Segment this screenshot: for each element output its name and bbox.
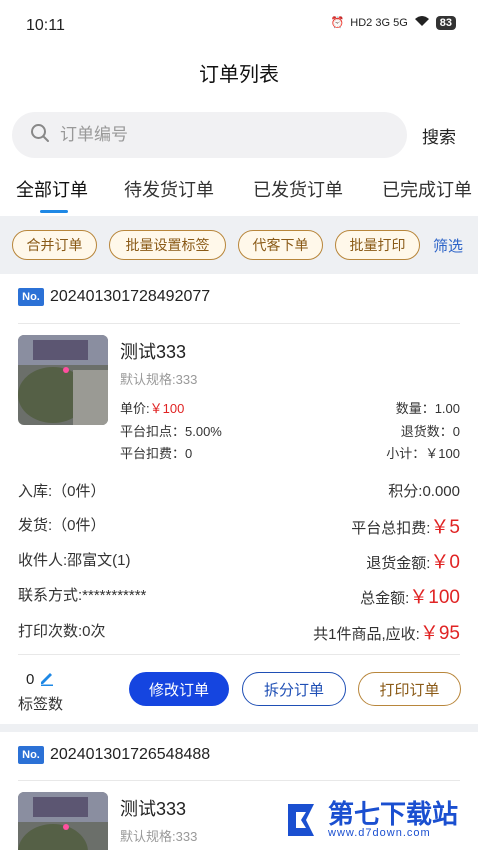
platform-rate: 平台扣点：5.00% bbox=[120, 424, 222, 439]
print-order-button[interactable]: 打印订单 bbox=[358, 672, 461, 706]
receivable-value: ￥95 bbox=[419, 623, 460, 644]
receiver: 收件人:邵富文(1) bbox=[18, 552, 131, 569]
total-value: ￥100 bbox=[409, 587, 460, 608]
split-order-button[interactable]: 拆分订单 bbox=[242, 672, 346, 706]
print-count: 打印次数:0次 bbox=[18, 623, 106, 640]
order-number-badge: No. bbox=[18, 746, 44, 764]
return-quantity: 退货数：0 bbox=[400, 424, 460, 439]
order-tabs: 全部订单 待发货订单 已发货订单 已完成订单 bbox=[0, 170, 478, 214]
stock-in: 入库:（0件） bbox=[18, 483, 106, 500]
tab-shipped[interactable]: 已发货订单 bbox=[253, 176, 343, 202]
proxy-order-button[interactable]: 代客下单 bbox=[238, 230, 323, 260]
order-number: 202401301726548488 bbox=[50, 746, 211, 763]
contact: 联系方式:*********** bbox=[18, 587, 147, 604]
order-header: No. 202401301728492077 bbox=[18, 288, 210, 306]
receiver-row: 收件人:邵富文(1) 退货金额:￥0 bbox=[18, 549, 460, 573]
card-separator bbox=[0, 724, 478, 732]
quantity: 数量：1.00 bbox=[395, 401, 460, 416]
platform-total-fee-label: 平台总扣费: bbox=[351, 520, 431, 537]
refund-label: 退货金额: bbox=[366, 555, 431, 572]
modify-order-button[interactable]: 修改订单 bbox=[129, 672, 229, 706]
action-bar: 合并订单 批量设置标签 代客下单 批量打印 筛选 bbox=[0, 216, 478, 274]
platform-total-fee-value: ￥5 bbox=[430, 517, 460, 538]
contact-row: 联系方式:*********** 总金额:￥100 bbox=[18, 584, 460, 608]
order-number-badge: No. bbox=[18, 288, 44, 306]
order-header: No. 202401301726548488 bbox=[18, 746, 210, 764]
total-label: 总金额: bbox=[360, 590, 410, 607]
order-card[interactable]: No. 202401301728492077 测试333 默认规格:333 单价… bbox=[0, 274, 478, 724]
divider bbox=[18, 780, 460, 781]
batch-set-tag-button[interactable]: 批量设置标签 bbox=[109, 230, 226, 260]
platform-fee: 平台扣费：0 bbox=[120, 446, 193, 461]
tab-pending-shipment[interactable]: 待发货订单 bbox=[124, 176, 214, 202]
filter-button[interactable]: 筛选 bbox=[433, 235, 463, 256]
product-image[interactable] bbox=[18, 335, 108, 425]
batch-print-button[interactable]: 批量打印 bbox=[335, 230, 420, 260]
search-icon bbox=[30, 123, 50, 148]
unit-price-value: ￥100 bbox=[149, 401, 185, 416]
edit-pencil-icon[interactable] bbox=[39, 671, 55, 688]
search-bar[interactable] bbox=[12, 112, 407, 158]
alarm-icon: ⏰ bbox=[330, 17, 345, 29]
product-spec: 默认规格:333 bbox=[120, 829, 198, 844]
status-bar: 10:11 ⏰ HD2 3G 5G 83 bbox=[0, 0, 478, 50]
stock-row: 入库:（0件） 积分:0.000 bbox=[18, 480, 460, 501]
ship-row: 发货:（0件） 平台总扣费:￥5 bbox=[18, 514, 460, 538]
unit-price-label: 单价: bbox=[120, 401, 150, 416]
tag-count-value: 0 bbox=[26, 671, 35, 688]
search-input[interactable] bbox=[60, 125, 360, 145]
product-name: 测试333 bbox=[120, 799, 187, 819]
receivable-label: 共1件商品,应收: bbox=[313, 626, 420, 643]
watermark-logo-icon bbox=[288, 804, 314, 836]
active-tab-indicator bbox=[40, 210, 68, 213]
divider bbox=[18, 323, 460, 324]
print-row: 打印次数:0次 共1件商品,应收:￥95 bbox=[18, 620, 460, 644]
order-number: 202401301728492077 bbox=[50, 288, 211, 305]
tab-completed[interactable]: 已完成订单 bbox=[382, 176, 472, 202]
merge-orders-button[interactable]: 合并订单 bbox=[12, 230, 97, 260]
search-button[interactable]: 搜索 bbox=[422, 123, 456, 148]
battery-indicator: 83 bbox=[435, 15, 456, 30]
page-title: 订单列表 bbox=[199, 64, 279, 86]
status-time: 10:11 bbox=[26, 17, 65, 34]
tag-label: 标签数 bbox=[18, 696, 64, 713]
platform-total-fee: 平台总扣费:￥5 bbox=[351, 512, 460, 539]
product-spec: 默认规格:333 bbox=[120, 372, 198, 387]
divider bbox=[18, 654, 460, 655]
watermark-text: 第七下载站 bbox=[328, 799, 459, 829]
tag-count[interactable]: 0 bbox=[26, 670, 55, 688]
total-amount: 总金额:￥100 bbox=[360, 582, 460, 609]
points: 积分:0.000 bbox=[388, 483, 460, 500]
product-image[interactable] bbox=[18, 792, 108, 850]
refund-amount: 退货金额:￥0 bbox=[366, 547, 460, 574]
status-icons: ⏰ HD2 3G 5G 83 bbox=[331, 15, 456, 30]
network-indicator: HD2 3G 5G bbox=[350, 16, 408, 29]
tab-all-orders[interactable]: 全部订单 bbox=[16, 176, 88, 202]
receivable: 共1件商品,应收:￥95 bbox=[313, 618, 460, 645]
refund-value: ￥0 bbox=[430, 552, 460, 573]
watermark: 第七下载站 www.d7down.com bbox=[284, 800, 458, 840]
wifi-icon bbox=[414, 15, 430, 30]
shipped: 发货:（0件） bbox=[18, 517, 106, 534]
product-name: 测试333 bbox=[120, 342, 187, 362]
subtotal: 小计：￥100 bbox=[386, 446, 460, 461]
unit-price: 单价:￥100 bbox=[120, 398, 184, 417]
